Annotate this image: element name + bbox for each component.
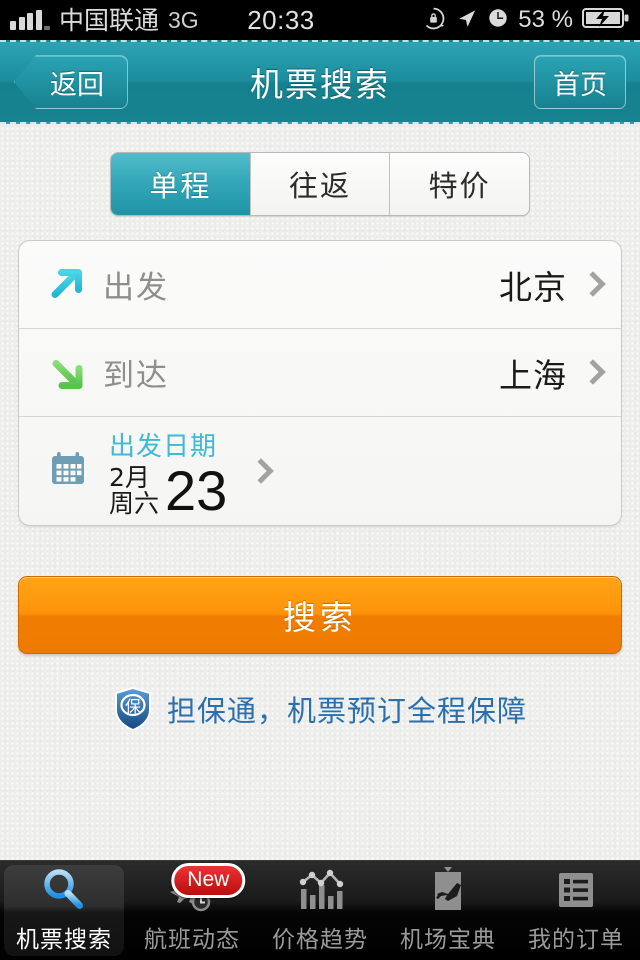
date-month-weekday: 2月 周六 <box>109 462 165 518</box>
status-time: 20:33 <box>247 4 315 35</box>
order-list-icon <box>551 862 601 918</box>
chevron-right-icon <box>583 359 599 387</box>
tab-flight-search[interactable]: 机票搜索 <box>0 861 128 960</box>
departure-city-row[interactable]: 出发 北京 <box>19 241 621 329</box>
search-button-label: 搜索 <box>283 598 357 637</box>
status-bar-center: 20:33 <box>199 5 422 36</box>
back-button-label: 返回 <box>50 69 104 101</box>
tab-bar: 机票搜索 New 航班动态 价格趋势 机场宝典 我的订单 <box>0 860 640 960</box>
carrier-name: 中国联通 <box>59 5 160 35</box>
date-block: 出发日期 2月 周六 23 <box>109 426 228 523</box>
departure-date-row[interactable]: 出发日期 2月 周六 23 <box>19 417 621 525</box>
magnifier-icon <box>38 862 90 918</box>
arrival-city-row[interactable]: 到达 上海 <box>19 329 621 417</box>
network-type: 3G <box>168 6 199 33</box>
navigation-bar: 返回 机票搜索 首页 <box>0 40 640 124</box>
main-content: 单程 往返 特价 出发 北京 到达 上海 出发日期 2月 周六 23 搜索 保 … <box>0 126 640 860</box>
tab-my-orders[interactable]: 我的订单 <box>512 861 640 960</box>
status-bar-right: 53 % <box>421 6 630 35</box>
calendar-icon <box>45 447 103 497</box>
segment-special-price[interactable]: 特价 <box>389 153 529 215</box>
date-month: 2月 <box>109 462 150 492</box>
chevron-right-icon <box>251 458 267 486</box>
tab-price-trend[interactable]: 价格趋势 <box>256 861 384 960</box>
airport-book-icon <box>422 862 474 918</box>
status-bar: 中国联通 3G 20:33 53 % <box>0 0 640 40</box>
battery-charging-icon <box>582 6 630 34</box>
bar-chart-icon <box>293 862 347 918</box>
departure-date-title: 出发日期 <box>109 432 218 463</box>
rotation-lock-icon <box>421 6 446 35</box>
departure-label: 出发 <box>103 270 169 306</box>
shield-badge-icon: 保 <box>113 686 153 732</box>
search-form-card: 出发 北京 到达 上海 出发日期 2月 周六 23 <box>18 240 622 526</box>
battery-percent: 53 % <box>518 6 573 33</box>
trip-type-segmented-control[interactable]: 单程 往返 特价 <box>110 152 530 216</box>
arrow-up-right-icon <box>45 263 103 307</box>
tab-label: 机场宝典 <box>400 927 496 953</box>
tab-label: 我的订单 <box>528 927 624 953</box>
status-bar-left: 中国联通 3G <box>10 7 199 34</box>
home-button[interactable]: 首页 <box>534 55 626 109</box>
segment-round-trip[interactable]: 往返 <box>249 153 390 215</box>
search-button[interactable]: 搜索 <box>18 576 622 654</box>
home-button-label: 首页 <box>553 69 607 101</box>
tab-label: 机票搜索 <box>16 927 112 953</box>
date-weekday: 周六 <box>109 489 160 518</box>
departure-value: 北京 <box>499 267 567 307</box>
date-day-number: 23 <box>165 459 228 523</box>
arrow-down-right-icon <box>45 351 103 395</box>
tab-airport-guide[interactable]: 机场宝典 <box>384 861 512 960</box>
guarantee-text: 担保通，机票预订全程保障 <box>166 694 527 728</box>
alarm-clock-icon <box>487 7 509 33</box>
svg-text:保: 保 <box>125 697 141 716</box>
location-arrow-icon <box>455 7 478 34</box>
back-button[interactable]: 返回 <box>14 55 128 109</box>
tab-flight-status[interactable]: New 航班动态 <box>128 861 256 960</box>
segment-one-way[interactable]: 单程 <box>111 153 250 215</box>
guarantee-notice: 保 担保通，机票预订全程保障 <box>0 686 640 732</box>
tab-label: 价格趋势 <box>272 927 368 953</box>
chevron-right-icon <box>583 271 599 299</box>
arrival-label: 到达 <box>103 358 169 394</box>
signal-bars-icon <box>10 9 50 30</box>
date-line: 2月 周六 23 <box>109 459 228 523</box>
tab-label: 航班动态 <box>144 927 240 953</box>
new-badge: New <box>171 863 246 899</box>
arrival-value: 上海 <box>499 355 567 395</box>
